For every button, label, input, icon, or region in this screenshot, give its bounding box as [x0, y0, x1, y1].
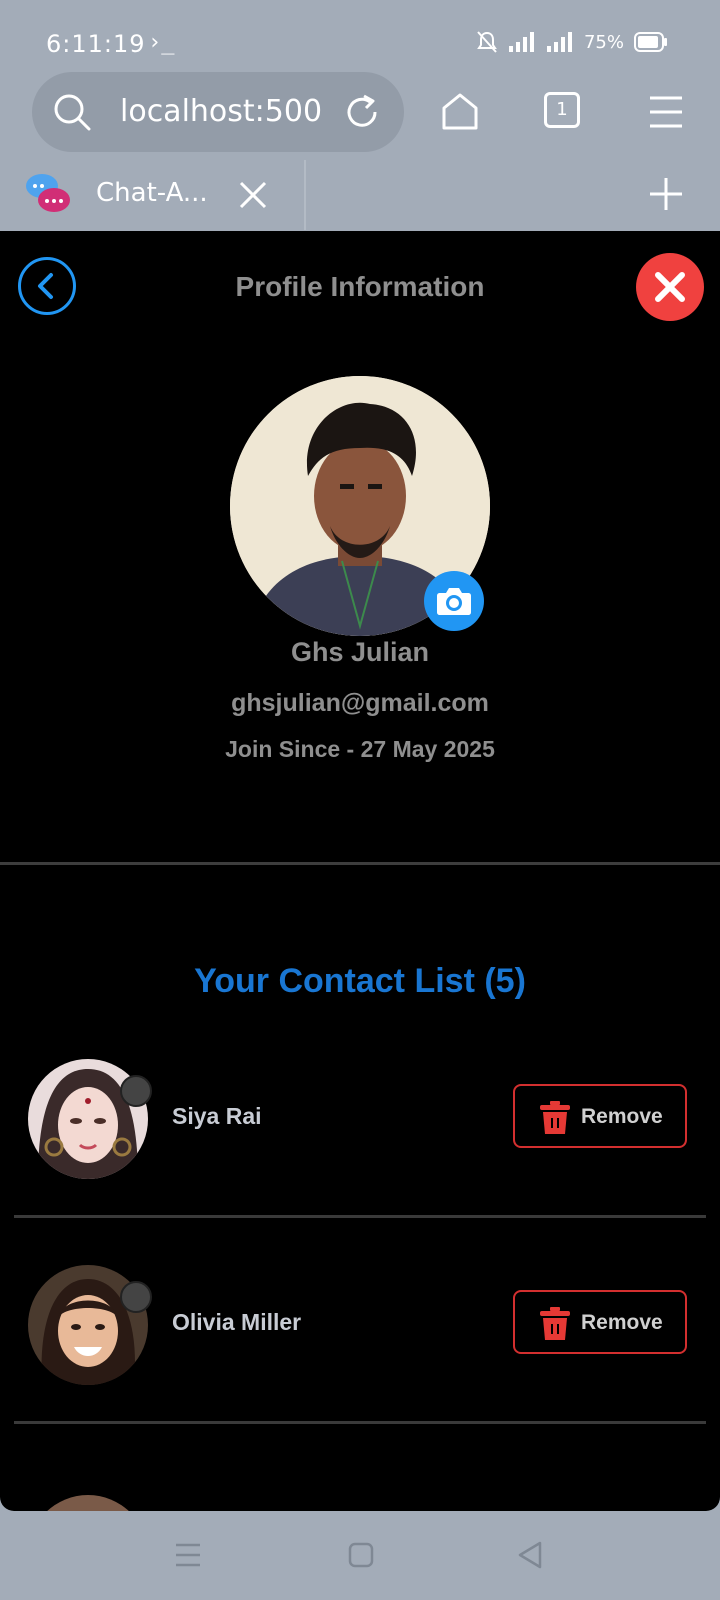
signal-icon: [508, 32, 534, 52]
remove-label: Remove: [581, 1311, 663, 1334]
offline-status-indicator: [120, 1075, 152, 1107]
terminal-icon: ›_: [148, 30, 175, 55]
page-title: Profile Information: [235, 271, 485, 302]
join-date: Join Since - 27 May 2025: [225, 736, 495, 762]
tabs-button[interactable]: 1: [544, 92, 580, 128]
tab-bar: Chat-A...: [0, 160, 720, 230]
remove-contact-button[interactable]: Remove: [513, 1290, 687, 1354]
battery-percent: 75%: [583, 31, 624, 53]
status-right: 75%: [476, 30, 668, 54]
tab-close-icon[interactable]: [238, 180, 268, 210]
status-time: 6:11:19: [46, 30, 146, 58]
system-nav-bar: [0, 1512, 720, 1600]
bell-muted-icon: [477, 31, 497, 53]
home-icon[interactable]: [440, 92, 480, 132]
trash-icon: [540, 1101, 570, 1134]
user-email: ghsjulian@gmail.com: [231, 689, 489, 717]
chat-app-favicon-icon: [26, 174, 70, 212]
close-button[interactable]: [636, 253, 704, 321]
url-bar[interactable]: localhost:500: [32, 72, 404, 152]
offline-status-indicator: [120, 1281, 152, 1313]
signal-icon-2: [546, 32, 572, 52]
tab-title[interactable]: Chat-A...: [96, 178, 208, 208]
contact-separator: [14, 1421, 706, 1424]
trash-icon: [540, 1307, 570, 1340]
contact-list-title: Your Contact List (5): [194, 962, 526, 1000]
section-divider: [0, 862, 720, 865]
back-nav-icon[interactable]: [516, 1540, 544, 1570]
contact-avatar-partial: [28, 1495, 148, 1511]
battery-icon: [634, 32, 667, 52]
user-name: Ghs Julian: [290, 637, 430, 667]
app-content: Profile Information Ghs Julian ghsjulian…: [0, 231, 720, 1511]
close-icon: [655, 272, 685, 302]
contact-name: Siya Rai: [172, 1103, 262, 1129]
camera-icon: [437, 588, 471, 615]
recent-apps-icon[interactable]: [174, 1542, 202, 1568]
url-text[interactable]: localhost:500: [120, 92, 346, 132]
remove-label: Remove: [581, 1105, 663, 1128]
contact-separator: [14, 1215, 706, 1218]
new-tab-icon[interactable]: [648, 176, 684, 212]
change-photo-button[interactable]: [424, 571, 484, 631]
tab-divider: [304, 160, 306, 230]
menu-icon[interactable]: [646, 92, 686, 132]
status-bar: 6:11:19 ›_ 75%: [0, 0, 720, 70]
tabs-count: 1: [556, 99, 568, 120]
contact-item: Siya Rai Remove: [14, 1059, 706, 1265]
home-nav-icon[interactable]: [348, 1542, 374, 1568]
contact-item: Olivia Miller Remove: [14, 1265, 706, 1471]
reload-icon[interactable]: [342, 92, 382, 132]
remove-contact-button[interactable]: Remove: [513, 1084, 687, 1148]
contact-name: Olivia Miller: [172, 1309, 302, 1335]
search-icon: [54, 94, 91, 131]
